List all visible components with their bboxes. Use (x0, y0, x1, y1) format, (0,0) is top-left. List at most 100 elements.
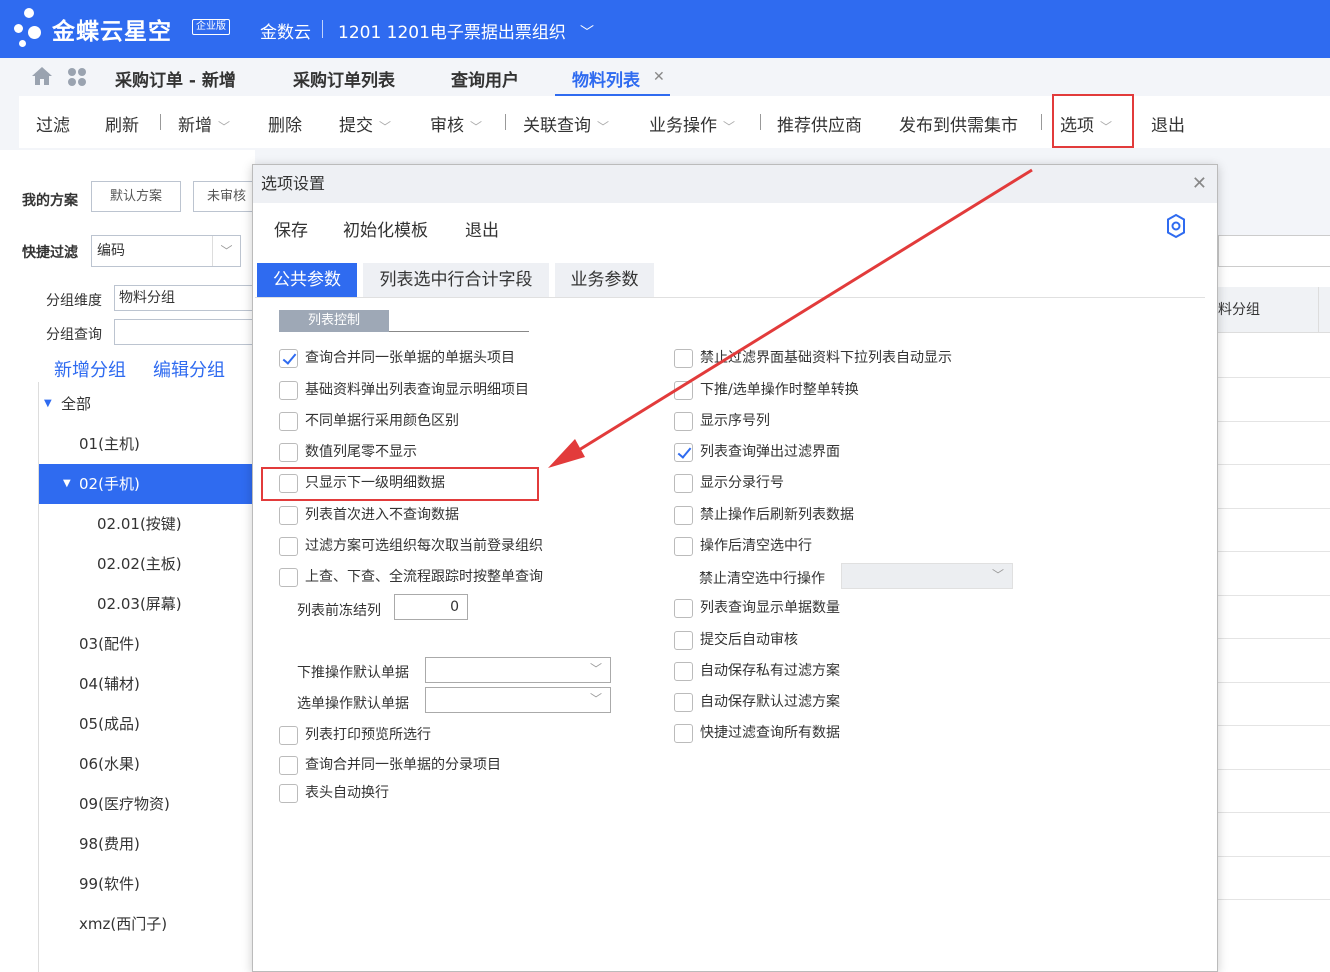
checkbox[interactable] (674, 598, 693, 618)
tree-node[interactable]: 01(主机) (39, 424, 256, 464)
dialog-exit-button[interactable]: 退出 (465, 216, 499, 241)
caret-down-icon[interactable]: ▼ (44, 384, 52, 424)
tree-node[interactable]: 03(配件) (39, 624, 256, 664)
group-dimension-field[interactable]: 物料分组 (114, 285, 255, 311)
checkbox[interactable] (279, 505, 298, 525)
opt-quick-filter-all[interactable]: 快捷过滤查询所有数据 (674, 723, 840, 745)
opt-row-color[interactable]: 不同单据行采用颜色区别 (279, 411, 459, 433)
exit-button[interactable]: 退出 (1151, 111, 1185, 136)
filter-button[interactable]: 过滤 (36, 111, 70, 136)
tree-node[interactable]: 02.02(主板) (39, 544, 256, 584)
tree-node-all[interactable]: ▼ 全部 (39, 384, 256, 424)
quick-filter-select[interactable]: 编码 ﹀ (91, 235, 241, 267)
audit-button[interactable]: 审核 ﹀ (430, 111, 482, 136)
tab-purchase-order-new[interactable]: 采购订单 - 新增 (115, 66, 236, 91)
checkbox[interactable] (674, 442, 693, 462)
tab-query-users[interactable]: 查询用户 (451, 66, 519, 91)
select-default-select[interactable]: ﹀ (425, 687, 611, 713)
opt-merge-entry[interactable]: 查询合并同一张单据的分录项目 (279, 755, 501, 777)
gear-icon[interactable] (1163, 213, 1189, 239)
tree-node[interactable]: 99(软件) (39, 864, 256, 904)
checkbox[interactable] (279, 755, 298, 775)
checkbox[interactable] (279, 442, 298, 462)
opt-clear-selection[interactable]: 操作后清空选中行 (674, 536, 812, 558)
related-query-button[interactable]: 关联查询 ﹀ (523, 111, 609, 136)
tree-node-selected[interactable]: ▼ 02(手机) (39, 464, 256, 504)
business-ops-button[interactable]: 业务操作 ﹀ (649, 111, 735, 136)
checkbox[interactable] (279, 783, 298, 803)
org-secondary[interactable]: 1201 1201电子票据出票组织 (338, 18, 566, 43)
tree-node[interactable]: 02.03(屏幕) (39, 584, 256, 624)
dialog-tab-business[interactable]: 业务参数 (555, 263, 654, 297)
tree-node[interactable]: 05(成品) (39, 704, 256, 744)
checkbox[interactable] (674, 505, 693, 525)
push-default-select[interactable]: ﹀ (425, 657, 611, 683)
opt-auto-audit[interactable]: 提交后自动审核 (674, 630, 798, 652)
opt-header-wrap[interactable]: 表头自动换行 (279, 783, 389, 805)
checkbox[interactable] (674, 661, 693, 681)
tab-purchase-order-list[interactable]: 采购订单列表 (293, 66, 395, 91)
opt-no-initial-query[interactable]: 列表首次进入不查询数据 (279, 505, 459, 527)
opt-print-preview-selected[interactable]: 列表打印预览所选行 (279, 725, 431, 747)
opt-merge-header[interactable]: 查询合并同一张单据的单据头项目 (279, 348, 515, 370)
opt-show-bill-count[interactable]: 列表查询显示单据数量 (674, 598, 840, 620)
checkbox[interactable] (279, 348, 298, 368)
opt-show-seq-column[interactable]: 显示序号列 (674, 411, 770, 433)
dialog-init-template-button[interactable]: 初始化模板 (343, 216, 428, 241)
dialog-close-icon[interactable]: ✕ (1192, 173, 1207, 194)
checkbox[interactable] (279, 536, 298, 556)
publish-market-button[interactable]: 发布到供需集市 (899, 111, 1018, 136)
checkbox[interactable] (279, 725, 298, 745)
freeze-columns-input[interactable]: 0 (394, 594, 468, 620)
apps-grid-icon[interactable] (67, 67, 87, 87)
grid-search-input[interactable] (1218, 235, 1330, 267)
opt-trace-whole-bill[interactable]: 上查、下查、全流程跟踪时按整单查询 (279, 567, 543, 589)
checkbox[interactable] (674, 411, 693, 431)
opt-save-private-scheme[interactable]: 自动保存私有过滤方案 (674, 661, 840, 683)
tree-node[interactable]: 04(辅材) (39, 664, 256, 704)
tab-material-list[interactable]: 物料列表 (572, 66, 640, 91)
home-icon[interactable] (31, 66, 53, 86)
submit-button[interactable]: 提交 ﹀ (339, 111, 391, 136)
opt-popup-filter[interactable]: 列表查询弹出过滤界面 (674, 442, 840, 464)
dialog-tab-common[interactable]: 公共参数 (257, 263, 357, 297)
tree-node[interactable]: xmz(西门子) (39, 904, 256, 944)
opt-no-refresh-after-op[interactable]: 禁止操作后刷新列表数据 (674, 505, 854, 527)
dialog-tab-sum-fields[interactable]: 列表选中行合计字段 (363, 263, 549, 297)
checkbox[interactable] (279, 380, 298, 400)
tab-close-icon[interactable]: ✕ (653, 69, 665, 85)
tree-node[interactable]: 06(水果) (39, 744, 256, 784)
checkbox[interactable] (674, 536, 693, 556)
checkbox[interactable] (674, 473, 693, 493)
recommend-supplier-button[interactable]: 推荐供应商 (777, 111, 862, 136)
opt-show-detail-items[interactable]: 基础资料弹出列表查询显示明细项目 (279, 380, 529, 402)
checkbox[interactable] (674, 348, 693, 368)
opt-hide-trailing-zero[interactable]: 数值列尾零不显示 (279, 442, 417, 464)
tree-node[interactable]: 09(医疗物资) (39, 784, 256, 824)
caret-down-icon[interactable]: ▼ (63, 464, 71, 504)
group-query-input[interactable] (114, 319, 255, 345)
checkbox[interactable] (674, 380, 693, 400)
scheme-default-button[interactable]: 默认方案 (91, 181, 181, 212)
org-chevron-down-icon[interactable]: ﹀ (580, 22, 594, 42)
edit-group-link[interactable]: 编辑分组 (153, 356, 225, 382)
scheme-unaudited-button[interactable]: 未审核 (193, 181, 255, 212)
opt-save-default-scheme[interactable]: 自动保存默认过滤方案 (674, 692, 840, 714)
tree-node[interactable]: 02.01(按键) (39, 504, 256, 544)
tree-node[interactable]: 98(费用) (39, 824, 256, 864)
dialog-save-button[interactable]: 保存 (274, 216, 308, 241)
delete-button[interactable]: 删除 (268, 111, 302, 136)
checkbox[interactable] (674, 723, 693, 743)
checkbox[interactable] (279, 411, 298, 431)
opt-current-org[interactable]: 过滤方案可选组织每次取当前登录组织 (279, 536, 543, 558)
refresh-button[interactable]: 刷新 (105, 111, 139, 136)
opt-whole-convert[interactable]: 下推/选单操作时整单转换 (674, 380, 859, 402)
org-primary[interactable]: 金数云 (260, 18, 311, 43)
checkbox[interactable] (674, 692, 693, 712)
opt-no-auto-dropdown[interactable]: 禁止过滤界面基础资料下拉列表自动显示 (674, 348, 952, 370)
opt-show-entry-row-no[interactable]: 显示分录行号 (674, 473, 784, 495)
checkbox[interactable] (279, 567, 298, 587)
add-button[interactable]: 新增 ﹀ (178, 111, 230, 136)
add-group-link[interactable]: 新增分组 (54, 356, 126, 382)
checkbox[interactable] (674, 630, 693, 650)
